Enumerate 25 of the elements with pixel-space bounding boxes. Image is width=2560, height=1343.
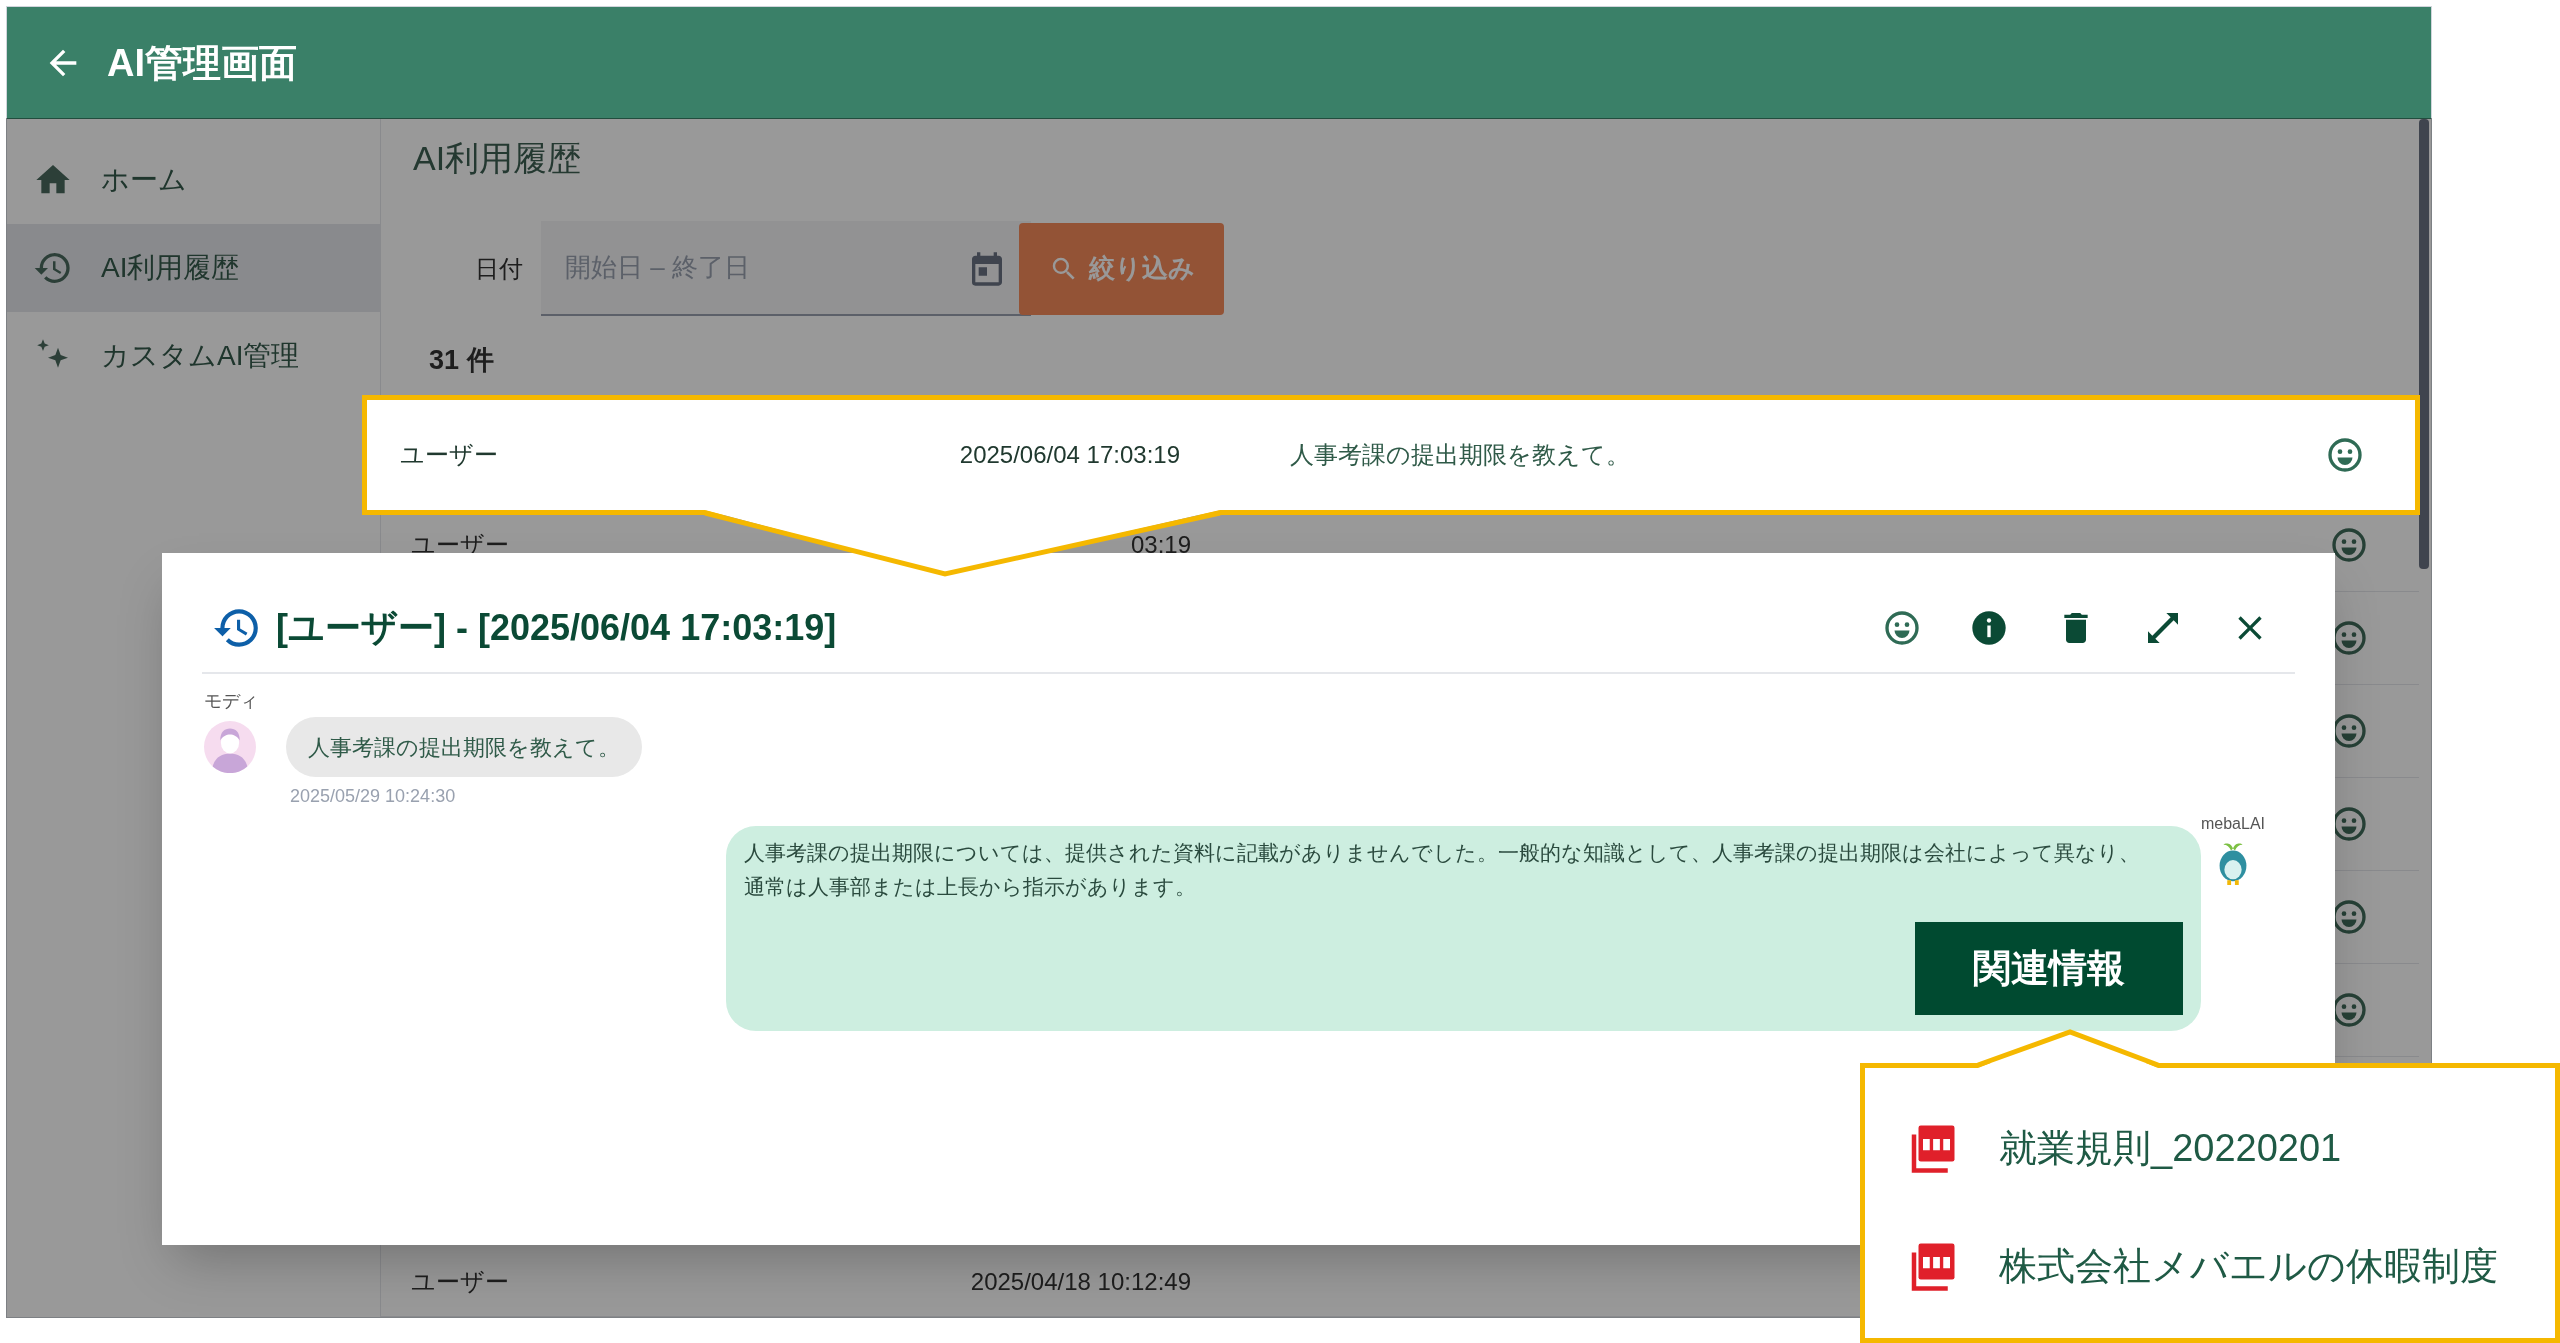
message-time: 2025/05/29 10:24:30: [290, 785, 456, 808]
info-icon[interactable]: [1969, 608, 2009, 648]
smiley-icon[interactable]: [2329, 525, 2369, 565]
sender-name: mebaLAI: [2200, 814, 2265, 834]
smiley-icon[interactable]: [1882, 608, 1922, 648]
user-cell: ユーザー: [400, 441, 498, 468]
scrollbar-thumb[interactable]: [2419, 119, 2429, 569]
user-cell: ユーザー: [411, 1267, 509, 1295]
smiley-icon[interactable]: [2325, 435, 2365, 475]
sidebar-item[interactable]: AI利用履歴: [7, 224, 380, 312]
datetime-cell-text: 03:19: [1130, 530, 1191, 560]
message-text: 人事考課の提出期限については、提供された資料に記載がありませんでした。一般的な知識として、人事考課の提出期限は会社によって異なり、通常は人事部または上長から指示があります。: [743, 840, 2141, 900]
date-label: 日付: [475, 253, 524, 284]
document-link[interactable]: 就業規則_20220201: [1905, 1113, 2555, 1183]
sender-name: モディ: [204, 690, 258, 713]
datetime-cell-text: 2025/06/04 17:03:19: [959, 440, 1180, 470]
datetime-cell-text: 2025/04/18 10:12:49: [970, 1266, 1191, 1297]
avatar-icon: [204, 721, 256, 773]
message-cell: 人事考課の提出期限を教えて。: [1290, 441, 1630, 468]
message-bubble: 人事考課の提出期限を教えて。: [286, 717, 642, 777]
result-count: 31 件: [428, 344, 494, 377]
app-title: AI管理画面: [107, 40, 297, 86]
related-info-button[interactable]: 関連情報: [1914, 922, 2183, 1015]
dialog-title: [ユーザー] - [2025/06/04 17:03:19]: [276, 606, 837, 650]
page-title: AI利用履歴: [412, 138, 582, 179]
